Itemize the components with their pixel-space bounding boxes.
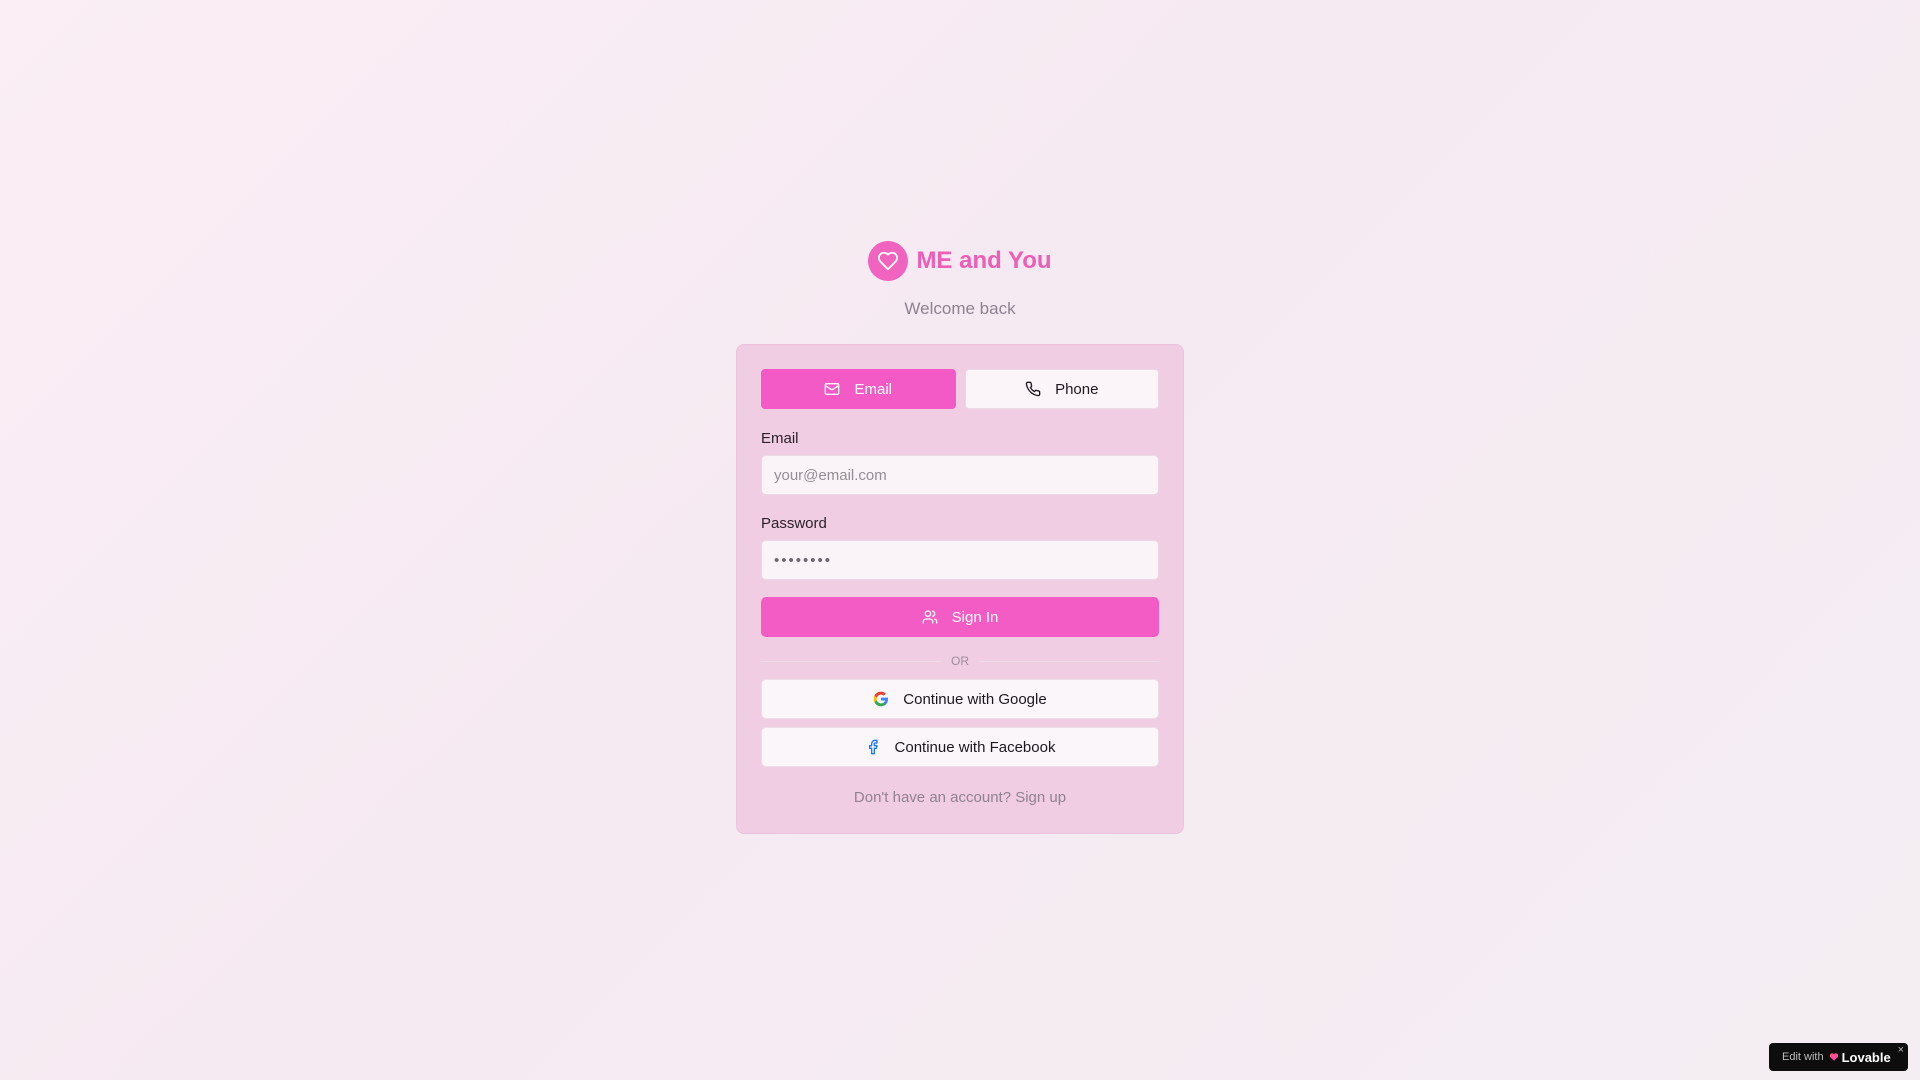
facebook-signin-label: Continue with Facebook (894, 738, 1056, 756)
google-signin-label: Continue with Google (903, 690, 1047, 708)
sign-in-label: Sign In (951, 608, 999, 626)
login-card: Email Phone Email Password •••••••• (736, 344, 1184, 834)
tab-phone[interactable]: Phone (964, 369, 1159, 409)
heart-icon (868, 241, 909, 281)
email-label: Email (761, 430, 799, 447)
divider-text: OR (951, 654, 969, 668)
login-method-tabs: Email Phone (761, 369, 1159, 409)
facebook-signin-button[interactable]: Continue with Facebook (761, 727, 1159, 767)
badge-brand-label: Lovable (1841, 1049, 1891, 1065)
sign-in-button[interactable]: Sign In (761, 597, 1159, 637)
divider-line-left (761, 660, 941, 662)
auth-container: ME and You Welcome back Email Phone Emai… (736, 240, 1184, 834)
lovable-badge[interactable]: Edit with Lovable × (1769, 1043, 1908, 1071)
brand-header: ME and You (868, 240, 1052, 282)
password-label: Password (761, 515, 827, 532)
badge-prefix: Edit with (1782, 1051, 1824, 1063)
badge-brand: Lovable (1829, 1050, 1891, 1065)
email-input[interactable] (761, 455, 1159, 495)
tab-email-label: Email (854, 380, 892, 398)
close-icon[interactable]: × (1898, 1044, 1904, 1056)
google-icon (873, 691, 889, 707)
divider-line-right (979, 660, 1159, 662)
password-input[interactable]: •••••••• (761, 540, 1159, 580)
tab-email[interactable]: Email (761, 369, 956, 409)
tab-phone-label: Phone (1055, 380, 1099, 398)
mail-icon (824, 381, 840, 397)
or-divider: OR (761, 651, 1159, 671)
google-signin-button[interactable]: Continue with Google (761, 679, 1159, 719)
facebook-icon (865, 739, 881, 755)
phone-icon (1025, 381, 1041, 397)
signup-link[interactable]: Don't have an account? Sign up (761, 789, 1159, 806)
app-title: ME and You (916, 247, 1052, 274)
lovable-heart-icon (1829, 1052, 1839, 1062)
welcome-subtitle: Welcome back (904, 299, 1016, 318)
users-icon (922, 609, 938, 625)
